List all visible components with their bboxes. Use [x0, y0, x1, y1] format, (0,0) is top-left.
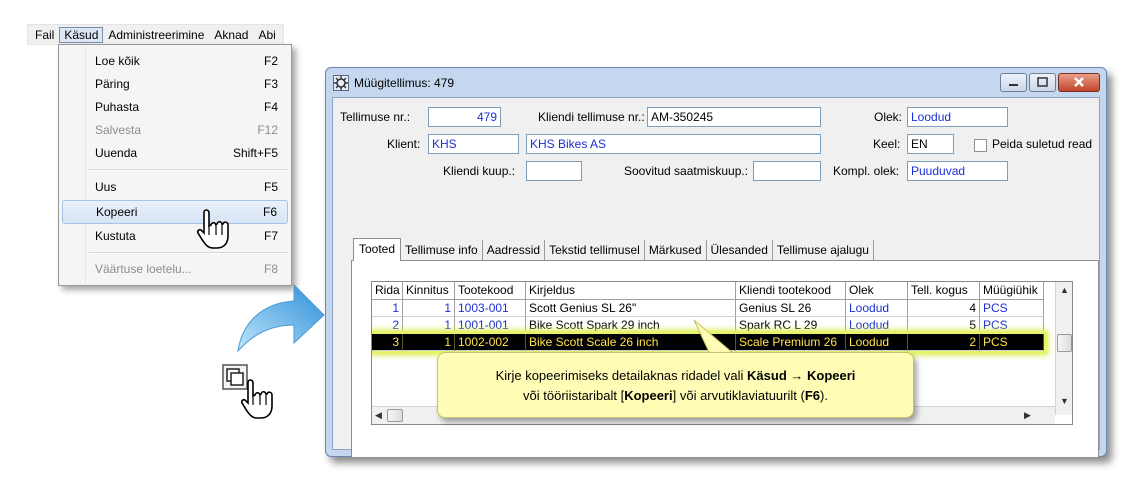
tab-strip: Tooted Tellimuse info Aadressid Tekstid … [353, 238, 874, 261]
status-label: Olek: [874, 110, 903, 124]
compl-status-label: Kompl. olek: [833, 164, 900, 178]
hand-cursor-icon [196, 209, 229, 249]
tab-tellimuse-ajalugu[interactable]: Tellimuse ajalugu [773, 240, 874, 260]
col-tootekood[interactable]: Tootekood [455, 282, 526, 299]
client-date-label: Kliendi kuup.: [443, 164, 516, 178]
minimize-button[interactable] [1000, 73, 1027, 92]
menu-item-uus[interactable]: Uus F5 [62, 176, 288, 198]
menu-item-kustuta[interactable]: Kustuta F7 [62, 225, 288, 247]
vertical-scroll-thumb[interactable] [1057, 334, 1072, 352]
menu-kasud[interactable]: Käsud [59, 26, 104, 43]
menu-abi[interactable]: Abi [253, 27, 280, 43]
wished-date-label: Soovitud saatmiskuup.: [624, 164, 749, 178]
grid-header: Rida Kinnitus Tootekood Kirjeldus Kliend… [372, 282, 1044, 300]
menu-administreerimine[interactable]: Administreerimine [103, 27, 209, 43]
menu-separator [89, 252, 288, 254]
scroll-up-icon[interactable]: ▲ [1060, 285, 1069, 295]
col-kirjeldus[interactable]: Kirjeldus [526, 282, 736, 299]
close-button[interactable] [1058, 73, 1100, 92]
client-order-field[interactable]: AM-350245 [647, 107, 821, 127]
menu-item-uuenda[interactable]: Uuenda Shift+F5 [62, 142, 288, 164]
tab-ulesanded[interactable]: Ülesanded [707, 240, 773, 260]
hide-closed-checkbox[interactable] [974, 139, 987, 152]
col-kliendi-tootekood[interactable]: Kliendi tootekood [736, 282, 846, 299]
tab-tellimuse-info[interactable]: Tellimuse info [401, 240, 483, 260]
client-order-label: Kliendi tellimuse nr.: [538, 110, 645, 124]
menu-aknad[interactable]: Aknad [209, 27, 253, 43]
col-myygiyhik[interactable]: Müügiühik [980, 282, 1044, 299]
tab-tooted[interactable]: Tooted [353, 238, 402, 261]
callout-line-2: või tööriistaribalt [Kopeeri] või arvuti… [523, 388, 828, 403]
scroll-right-icon[interactable]: ▶ [1024, 410, 1031, 421]
menu-item-loe-koik[interactable]: Loe kõik F2 [62, 50, 288, 72]
menu-bar: Fail Käsud Administreerimine Aknad Abi [28, 25, 283, 44]
window-titlebar[interactable]: Müügitellimus: 479 [326, 68, 1106, 98]
tab-aadressid[interactable]: Aadressid [483, 240, 546, 260]
menu-fail[interactable]: Fail [30, 27, 59, 43]
maximize-button[interactable] [1029, 73, 1056, 92]
order-no-label: Tellimuse nr.: [340, 110, 411, 124]
kasud-dropdown-menu: Loe kõik F2 Päring F3 Puhasta F4 Salvest… [58, 44, 292, 286]
curved-arrow-icon [237, 283, 325, 353]
tab-tekstid-tellimusel[interactable]: Tekstid tellimusel [545, 240, 645, 260]
client-code-field[interactable]: KHS [428, 134, 519, 154]
status-field[interactable]: Loodud [907, 107, 1008, 127]
menu-item-puhasta[interactable]: Puhasta F4 [62, 96, 288, 118]
menu-item-salvesta[interactable]: Salvesta F12 [62, 119, 288, 141]
client-name-field[interactable]: KHS Bikes AS [526, 134, 821, 154]
compl-status-field[interactable]: Puuduvad [907, 161, 1008, 181]
col-rida[interactable]: Rida [372, 282, 403, 299]
hide-closed-label: Peida suletud read [992, 137, 1093, 151]
tab-markused[interactable]: Märkused [645, 240, 707, 260]
close-icon [1074, 77, 1084, 87]
client-label: Klient: [387, 137, 421, 151]
col-tell-kogus[interactable]: Tell. kogus [908, 282, 980, 299]
scroll-left-icon[interactable]: ◀ [375, 410, 382, 421]
minimize-icon [1009, 84, 1018, 86]
maximize-icon [1037, 77, 1048, 87]
horizontal-scroll-thumb[interactable] [387, 409, 403, 422]
callout-line-1: Kirje kopeerimiseks detailaknas ridadel … [495, 368, 856, 383]
scroll-down-icon[interactable]: ▼ [1060, 396, 1069, 406]
hand-cursor-icon [240, 379, 273, 419]
col-olek[interactable]: Olek [846, 282, 908, 299]
menu-separator [89, 169, 288, 171]
order-no-field[interactable]: 479 [428, 107, 501, 127]
instruction-callout: Kirje kopeerimiseks detailaknas ridadel … [437, 352, 914, 418]
app-gear-icon [333, 75, 349, 91]
language-label: Keel: [873, 137, 901, 151]
menu-item-paring[interactable]: Päring F3 [62, 73, 288, 95]
wished-date-field[interactable] [753, 161, 821, 181]
menu-item-kopeeri[interactable]: Kopeeri F6 [62, 200, 288, 224]
language-field[interactable]: EN [907, 134, 954, 154]
table-row[interactable]: 1 1 1003-001 Scott Genius SL 26" Genius … [372, 300, 1044, 317]
window-title: Müügitellimus: 479 [354, 76, 455, 90]
col-kinnitus[interactable]: Kinnitus [403, 282, 455, 299]
client-date-field[interactable] [526, 161, 582, 181]
vertical-scrollbar[interactable]: ▲ ▼ [1055, 282, 1072, 415]
